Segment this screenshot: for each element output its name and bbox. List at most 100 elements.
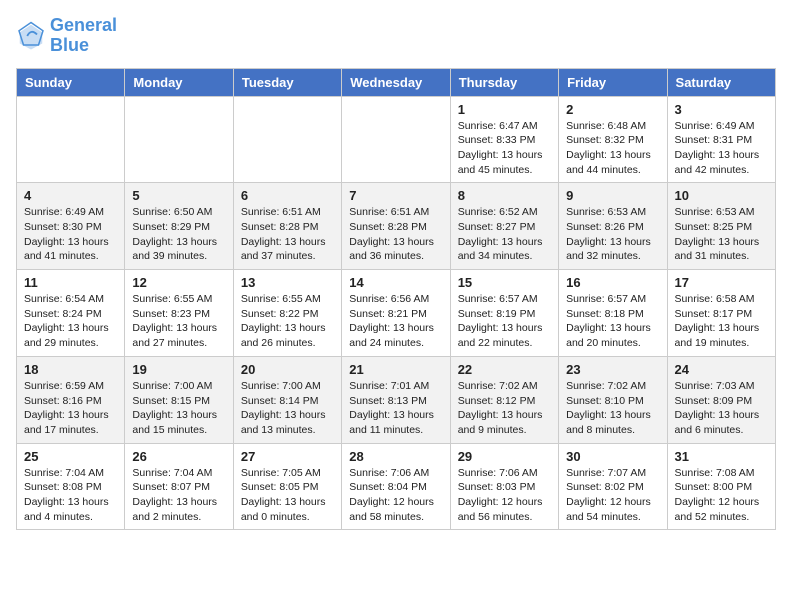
day-number: 9: [566, 188, 659, 203]
calendar-cell: 25 Sunrise: 7:04 AM Sunset: 8:08 PM Dayli…: [17, 443, 125, 530]
day-info: Sunrise: 7:08 AM Sunset: 8:00 PM Dayligh…: [675, 466, 768, 525]
calendar-cell: 28 Sunrise: 7:06 AM Sunset: 8:04 PM Dayli…: [342, 443, 450, 530]
day-info: Sunrise: 6:51 AM Sunset: 8:28 PM Dayligh…: [241, 205, 334, 264]
calendar-cell: 21Sunrise: 7:01 AM Sunset: 8:13 PM Dayli…: [342, 356, 450, 443]
day-info: Sunrise: 6:58 AM Sunset: 8:17 PM Dayligh…: [675, 292, 768, 351]
day-number: 29: [458, 449, 551, 464]
day-info: Sunrise: 7:04 AM Sunset: 8:07 PM Dayligh…: [132, 466, 225, 525]
weekday-header-tuesday: Tuesday: [233, 68, 341, 96]
calendar-cell: 6 Sunrise: 6:51 AM Sunset: 8:28 PM Daylig…: [233, 183, 341, 270]
day-number: 10: [675, 188, 768, 203]
day-number: 25: [24, 449, 117, 464]
day-number: 6: [241, 188, 334, 203]
day-info: Sunrise: 6:57 AM Sunset: 8:18 PM Dayligh…: [566, 292, 659, 351]
page-header: General Blue: [16, 16, 776, 56]
day-info: Sunrise: 7:07 AM Sunset: 8:02 PM Dayligh…: [566, 466, 659, 525]
day-info: Sunrise: 6:50 AM Sunset: 8:29 PM Dayligh…: [132, 205, 225, 264]
calendar-cell: 27 Sunrise: 7:05 AM Sunset: 8:05 PM Dayli…: [233, 443, 341, 530]
calendar-cell: 2 Sunrise: 6:48 AM Sunset: 8:32 PM Daylig…: [559, 96, 667, 183]
week-row-5: 25 Sunrise: 7:04 AM Sunset: 8:08 PM Dayli…: [17, 443, 776, 530]
weekday-header-wednesday: Wednesday: [342, 68, 450, 96]
day-info: Sunrise: 7:03 AM Sunset: 8:09 PM Dayligh…: [675, 379, 768, 438]
day-number: 31: [675, 449, 768, 464]
weekday-header-monday: Monday: [125, 68, 233, 96]
calendar-cell: 29 Sunrise: 7:06 AM Sunset: 8:03 PM Dayli…: [450, 443, 558, 530]
day-number: 23: [566, 362, 659, 377]
day-number: 16: [566, 275, 659, 290]
day-info: Sunrise: 6:59 AM Sunset: 8:16 PM Dayligh…: [24, 379, 117, 438]
week-row-1: 1 Sunrise: 6:47 AM Sunset: 8:33 PM Daylig…: [17, 96, 776, 183]
day-info: Sunrise: 7:02 AM Sunset: 8:10 PM Dayligh…: [566, 379, 659, 438]
day-number: 30: [566, 449, 659, 464]
calendar-cell: [342, 96, 450, 183]
day-number: 18: [24, 362, 117, 377]
day-info: Sunrise: 6:57 AM Sunset: 8:19 PM Dayligh…: [458, 292, 551, 351]
calendar-cell: 10 Sunrise: 6:53 AM Sunset: 8:25 PM Dayli…: [667, 183, 775, 270]
day-number: 3: [675, 102, 768, 117]
day-number: 17: [675, 275, 768, 290]
day-number: 27: [241, 449, 334, 464]
week-row-4: 18 Sunrise: 6:59 AM Sunset: 8:16 PM Dayli…: [17, 356, 776, 443]
day-info: Sunrise: 6:54 AM Sunset: 8:24 PM Dayligh…: [24, 292, 117, 351]
calendar-cell: 22 Sunrise: 7:02 AM Sunset: 8:12 PM Dayli…: [450, 356, 558, 443]
calendar-cell: 14 Sunrise: 6:56 AM Sunset: 8:21 PM Dayli…: [342, 270, 450, 357]
week-row-2: 4Sunrise: 6:49 AM Sunset: 8:30 PM Daylig…: [17, 183, 776, 270]
day-number: 26: [132, 449, 225, 464]
calendar-cell: 1 Sunrise: 6:47 AM Sunset: 8:33 PM Daylig…: [450, 96, 558, 183]
calendar-cell: 19Sunrise: 7:00 AM Sunset: 8:15 PM Dayli…: [125, 356, 233, 443]
day-info: Sunrise: 6:49 AM Sunset: 8:30 PM Dayligh…: [24, 205, 117, 264]
day-number: 21: [349, 362, 442, 377]
day-info: Sunrise: 6:55 AM Sunset: 8:23 PM Dayligh…: [132, 292, 225, 351]
day-info: Sunrise: 6:48 AM Sunset: 8:32 PM Dayligh…: [566, 119, 659, 178]
logo: General Blue: [16, 16, 117, 56]
day-info: Sunrise: 6:51 AM Sunset: 8:28 PM Dayligh…: [349, 205, 442, 264]
weekday-header-sunday: Sunday: [17, 68, 125, 96]
day-number: 22: [458, 362, 551, 377]
day-number: 7: [349, 188, 442, 203]
calendar-cell: 12 Sunrise: 6:55 AM Sunset: 8:23 PM Dayli…: [125, 270, 233, 357]
weekday-header-row: SundayMondayTuesdayWednesdayThursdayFrid…: [17, 68, 776, 96]
week-row-3: 11Sunrise: 6:54 AM Sunset: 8:24 PM Dayli…: [17, 270, 776, 357]
calendar-cell: 31 Sunrise: 7:08 AM Sunset: 8:00 PM Dayli…: [667, 443, 775, 530]
day-info: Sunrise: 6:53 AM Sunset: 8:26 PM Dayligh…: [566, 205, 659, 264]
day-number: 12: [132, 275, 225, 290]
calendar-cell: 23 Sunrise: 7:02 AM Sunset: 8:10 PM Dayli…: [559, 356, 667, 443]
day-number: 14: [349, 275, 442, 290]
day-info: Sunrise: 6:52 AM Sunset: 8:27 PM Dayligh…: [458, 205, 551, 264]
day-info: Sunrise: 7:00 AM Sunset: 8:14 PM Dayligh…: [241, 379, 334, 438]
day-number: 8: [458, 188, 551, 203]
calendar-cell: 15 Sunrise: 6:57 AM Sunset: 8:19 PM Dayli…: [450, 270, 558, 357]
logo-icon: [16, 21, 46, 51]
day-info: Sunrise: 6:56 AM Sunset: 8:21 PM Dayligh…: [349, 292, 442, 351]
day-number: 1: [458, 102, 551, 117]
day-info: Sunrise: 7:06 AM Sunset: 8:04 PM Dayligh…: [349, 466, 442, 525]
calendar-cell: 16 Sunrise: 6:57 AM Sunset: 8:18 PM Dayli…: [559, 270, 667, 357]
day-info: Sunrise: 7:02 AM Sunset: 8:12 PM Dayligh…: [458, 379, 551, 438]
day-info: Sunrise: 6:49 AM Sunset: 8:31 PM Dayligh…: [675, 119, 768, 178]
weekday-header-saturday: Saturday: [667, 68, 775, 96]
calendar-cell: 9 Sunrise: 6:53 AM Sunset: 8:26 PM Daylig…: [559, 183, 667, 270]
day-info: Sunrise: 6:53 AM Sunset: 8:25 PM Dayligh…: [675, 205, 768, 264]
calendar-cell: 7 Sunrise: 6:51 AM Sunset: 8:28 PM Daylig…: [342, 183, 450, 270]
calendar-table: SundayMondayTuesdayWednesdayThursdayFrid…: [16, 68, 776, 531]
day-info: Sunrise: 7:04 AM Sunset: 8:08 PM Dayligh…: [24, 466, 117, 525]
day-number: 28: [349, 449, 442, 464]
calendar-cell: [17, 96, 125, 183]
calendar-cell: 11Sunrise: 6:54 AM Sunset: 8:24 PM Dayli…: [17, 270, 125, 357]
day-info: Sunrise: 6:55 AM Sunset: 8:22 PM Dayligh…: [241, 292, 334, 351]
day-number: 13: [241, 275, 334, 290]
day-info: Sunrise: 7:05 AM Sunset: 8:05 PM Dayligh…: [241, 466, 334, 525]
day-number: 19: [132, 362, 225, 377]
calendar-cell: [233, 96, 341, 183]
calendar-cell: 26 Sunrise: 7:04 AM Sunset: 8:07 PM Dayli…: [125, 443, 233, 530]
weekday-header-friday: Friday: [559, 68, 667, 96]
day-info: Sunrise: 6:47 AM Sunset: 8:33 PM Dayligh…: [458, 119, 551, 178]
day-info: Sunrise: 7:06 AM Sunset: 8:03 PM Dayligh…: [458, 466, 551, 525]
day-number: 15: [458, 275, 551, 290]
calendar-cell: [125, 96, 233, 183]
logo-text: General Blue: [50, 16, 117, 56]
day-number: 2: [566, 102, 659, 117]
calendar-cell: 30 Sunrise: 7:07 AM Sunset: 8:02 PM Dayli…: [559, 443, 667, 530]
calendar-cell: 8 Sunrise: 6:52 AM Sunset: 8:27 PM Daylig…: [450, 183, 558, 270]
day-number: 24: [675, 362, 768, 377]
